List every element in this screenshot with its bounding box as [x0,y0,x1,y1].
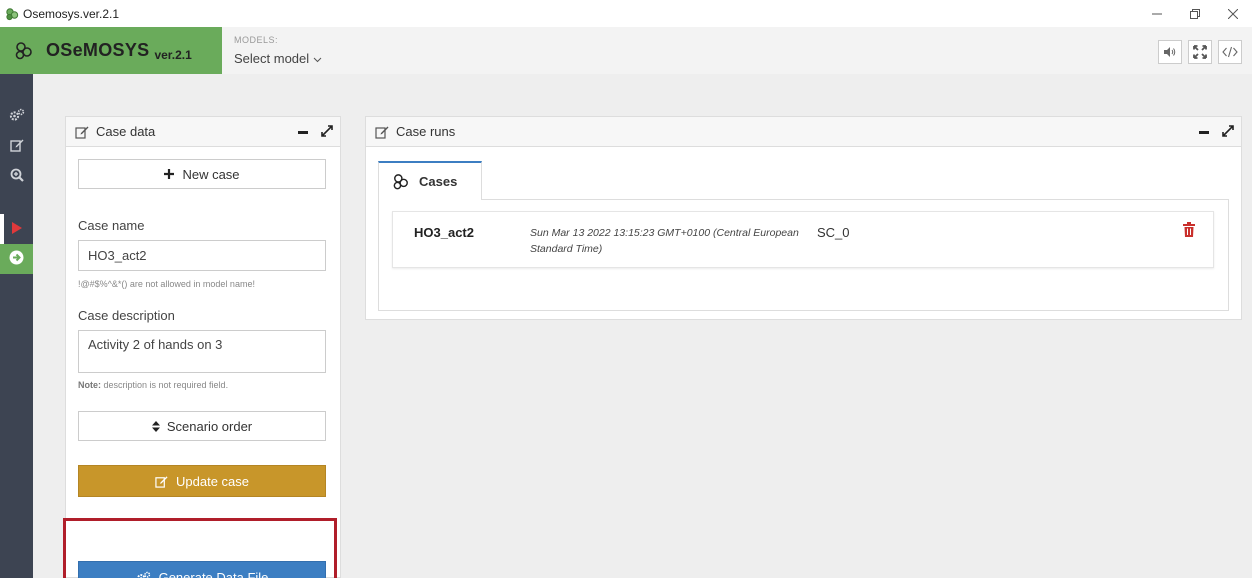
brand-version: ver.2.1 [154,47,192,62]
note-bold: Note: [78,380,101,390]
highlight-box [63,518,337,578]
minimize-icon[interactable] [1138,0,1176,27]
minimize-panel-icon[interactable] [298,126,308,140]
window-title: Osemosys.ver.2.1 [23,6,120,21]
list-item[interactable]: HO3_act2 Sun Mar 13 2022 13:15:23 GMT+01… [392,211,1214,268]
minimize-panel-icon[interactable] [1199,126,1209,140]
cubes-icon [14,41,34,60]
sidebar-item-run[interactable] [0,214,33,244]
left-sidebar [0,74,33,578]
case-description-textarea[interactable]: Activity 2 of hands on 3 [78,330,326,373]
sidebar-item-next[interactable] [0,244,33,274]
edit-icon [9,138,24,155]
header-buttons [1158,40,1242,64]
case-name-hint: !@#$%^&*() are not allowed in model name… [78,279,255,289]
trash-icon[interactable] [1183,222,1195,240]
panel-tools [298,124,334,141]
sort-icon [151,420,160,432]
description-note: Note: description is not required field. [78,380,228,390]
app-logo-icon [5,7,19,21]
expand-icon[interactable] [1188,40,1212,64]
new-case-label: New case [182,166,240,182]
cubes-icon [391,173,411,190]
run-name: HO3_act2 [414,225,474,240]
play-icon [11,221,23,238]
tab-cases-label: Cases [419,174,458,189]
expand-panel-icon[interactable] [320,124,334,141]
case-runs-header: Case runs [366,117,1241,147]
plus-icon [164,169,175,179]
brand-logo[interactable]: OSeMOSYS ver.2.1 [0,27,222,74]
sidebar-item-config[interactable] [0,101,33,131]
run-date: Sun Mar 13 2022 13:15:23 GMT+0100 (Centr… [530,227,799,255]
case-data-header: Case data [66,117,340,147]
model-select-value: Select model [234,51,310,66]
edit-icon [75,125,89,139]
case-name-input[interactable]: HO3_act2 [78,240,326,271]
case-data-panel: Case data New case Case name HO3_act2 !@… [65,116,341,578]
restore-icon[interactable] [1176,0,1214,27]
update-case-label: Update case [176,473,249,489]
active-indicator [0,214,4,244]
close-icon[interactable] [1214,0,1252,27]
edit-icon [375,125,389,139]
note-text: description is not required field. [101,380,229,390]
case-name-label: Case name [78,218,145,233]
new-case-button[interactable]: New case [78,159,326,189]
models-label: MODELS: [234,35,279,45]
scenario-order-button[interactable]: Scenario order [78,411,326,441]
run-scenario: SC_0 [817,225,850,240]
brand-name: OSeMOSYS [46,40,150,60]
window-titlebar: Osemosys.ver.2.1 [0,0,1252,27]
model-select-dropdown[interactable]: Select model [234,51,322,66]
scenario-order-label: Scenario order [166,418,253,434]
sidebar-item-edit[interactable] [0,131,33,161]
zoom-in-icon [10,168,24,185]
panel-tools [1199,124,1235,141]
case-runs-title: Case runs [396,124,456,139]
chevron-down-icon [313,51,322,66]
case-data-body: New case Case name HO3_act2 !@#$%^&*() a… [66,147,340,578]
app-header: MODELS: Select model [222,27,1252,74]
speaker-icon[interactable] [1158,40,1182,64]
arrow-right-circle-icon [9,250,24,268]
case-description-label: Case description [78,308,175,323]
tab-cases[interactable]: Cases [378,161,482,200]
window-controls [1138,0,1252,27]
expand-panel-icon[interactable] [1221,124,1235,141]
update-case-button[interactable]: Update case [78,465,326,497]
sidebar-item-search[interactable] [0,161,33,191]
edit-icon [155,475,168,488]
cases-tab-pane: HO3_act2 Sun Mar 13 2022 13:15:23 GMT+01… [378,199,1229,311]
code-icon[interactable] [1218,40,1242,64]
case-runs-panel: Case runs Cases HO3_act2 Sun Mar 13 2022… [365,116,1242,320]
gears-icon [9,108,25,125]
case-data-title: Case data [96,124,156,139]
